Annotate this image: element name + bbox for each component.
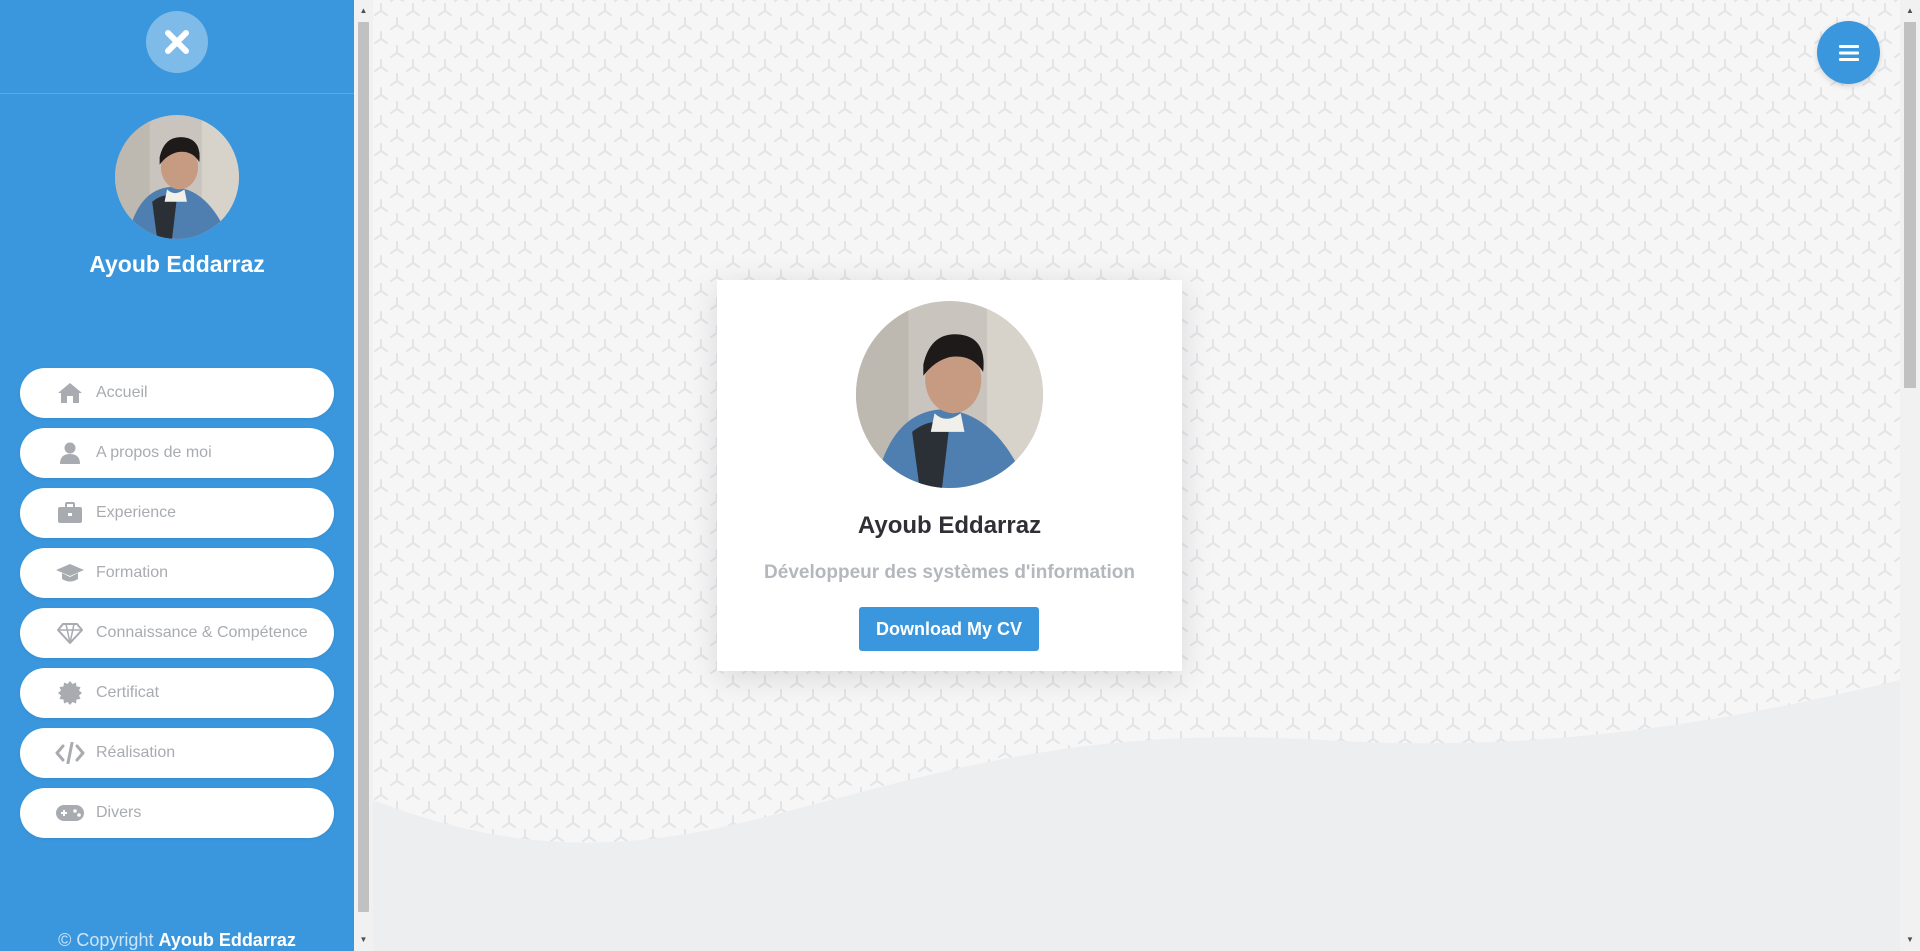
page-scrollbar-thumb[interactable] bbox=[1904, 22, 1916, 388]
sidebar-item-divers[interactable]: Divers bbox=[20, 788, 334, 838]
profile-name: Ayoub Eddarraz bbox=[857, 512, 1042, 539]
sidebar-item-label: Experience bbox=[96, 504, 177, 521]
menu-toggle-button[interactable] bbox=[1817, 21, 1880, 84]
close-icon bbox=[165, 30, 189, 54]
sidebar-scrollbar-thumb[interactable] bbox=[358, 22, 369, 912]
diamond-icon bbox=[52, 620, 88, 646]
hamburger-menu-icon bbox=[1838, 44, 1859, 61]
sidebar-scrollbar[interactable]: ▲ ▼ bbox=[354, 0, 373, 951]
user-icon bbox=[52, 440, 88, 466]
copyright-footer: © Copyright Ayoub Eddarraz bbox=[0, 930, 354, 951]
code-icon bbox=[52, 740, 88, 766]
sidebar-item-label: Accueil bbox=[96, 384, 148, 401]
sidebar-item-label: A propos de moi bbox=[96, 444, 212, 461]
home-icon bbox=[52, 380, 88, 406]
gamepad-icon bbox=[52, 800, 88, 826]
scroll-down-arrow-icon[interactable]: ▼ bbox=[354, 931, 373, 947]
profile-title: Développeur des systèmes d'information bbox=[764, 562, 1135, 583]
sidebar-nav: Accueil A propos de moi Experience Forma… bbox=[20, 368, 334, 848]
graduation-cap-icon bbox=[52, 560, 88, 586]
background-wave bbox=[373, 680, 1900, 951]
scroll-up-arrow-icon[interactable]: ▲ bbox=[1900, 2, 1920, 18]
sidebar-item-a-propos[interactable]: A propos de moi bbox=[20, 428, 334, 478]
sidebar-item-label: Certificat bbox=[96, 684, 160, 701]
profile-card: Ayoub Eddarraz Développeur des systèmes … bbox=[717, 280, 1182, 671]
copyright-name: Ayoub Eddarraz bbox=[158, 930, 296, 950]
sidebar-item-formation[interactable]: Formation bbox=[20, 548, 334, 598]
copyright-prefix: © Copyright bbox=[58, 930, 154, 950]
sidebar-item-certificat[interactable]: Certificat bbox=[20, 668, 334, 718]
sidebar: Ayoub Eddarraz Accueil A propos de moi E… bbox=[0, 0, 354, 951]
scroll-up-arrow-icon[interactable]: ▲ bbox=[354, 2, 373, 18]
sidebar-item-experience[interactable]: Experience bbox=[20, 488, 334, 538]
sidebar-profile-name: Ayoub Eddarraz bbox=[89, 251, 265, 277]
sidebar-avatar bbox=[115, 115, 239, 239]
certificate-icon bbox=[52, 680, 88, 706]
sidebar-item-label: Connaissance & Compétence bbox=[96, 624, 308, 641]
sidebar-item-label: Divers bbox=[96, 804, 142, 821]
sidebar-close-button[interactable] bbox=[146, 11, 208, 73]
sidebar-item-label: Formation bbox=[96, 564, 169, 581]
download-cv-button[interactable]: Download My CV bbox=[859, 607, 1039, 651]
sidebar-item-competence[interactable]: Connaissance & Compétence bbox=[20, 608, 334, 658]
sidebar-item-accueil[interactable]: Accueil bbox=[20, 368, 334, 418]
scroll-down-arrow-icon[interactable]: ▼ bbox=[1900, 931, 1920, 947]
page-scrollbar[interactable]: ▲ ▼ bbox=[1900, 0, 1920, 951]
sidebar-divider bbox=[0, 93, 354, 94]
profile-avatar bbox=[856, 301, 1043, 488]
briefcase-icon bbox=[52, 500, 88, 526]
sidebar-item-realisation[interactable]: Réalisation bbox=[20, 728, 334, 778]
sidebar-item-label: Réalisation bbox=[96, 744, 176, 761]
